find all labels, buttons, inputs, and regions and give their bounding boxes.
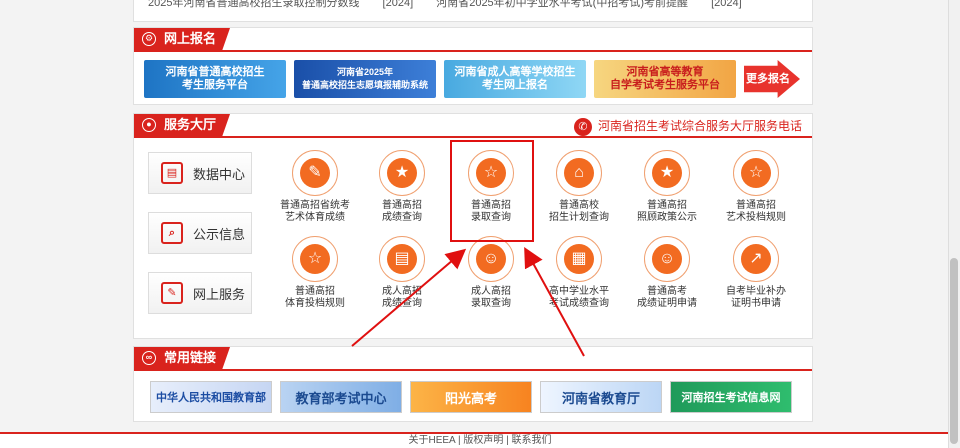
service-label-2: 录取查询 [471,298,511,309]
link-sunshine-gaokao[interactable]: 阳光高考 [410,381,532,413]
service-label-2: 成绩证明申请 [637,298,697,309]
service-label-2: 艺术体育成绩 [285,212,345,223]
service-label-1: 成人高招 [382,286,422,297]
link-banners: 中华人民共和国教育部 教育部考试中心 阳光高考 河南省教育厅 河南招生考试信息网 [150,381,792,413]
search-icon: ⌕ [161,222,183,244]
service-label-1: 成人高招 [471,286,511,297]
service-item[interactable]: ✎ 普通高招省统考 艺术体育成绩 [270,150,360,224]
service-label-1: 普通高校 [559,200,599,211]
news-date: [2024] [382,0,414,9]
side-online-service[interactable]: ✎ 网上服务 [148,272,252,314]
scrollbar[interactable] [948,0,960,448]
service-icon: ☺ [468,236,514,282]
service-label-1: 普通高招 [295,286,335,297]
gear-icon: ⚙ [142,32,156,46]
service-label-2: 体育投档规则 [285,298,345,309]
service-label-2: 考试成绩查询 [549,298,609,309]
service-label-1: 普通高招省统考 [280,200,350,211]
side-public-info[interactable]: ⌕ 公示信息 [148,212,252,254]
section-title-text: 服务大厅 [164,117,217,132]
online-registration-section: ⚙ 网上报名 河南省普通高校招生 考生服务平台 河南省2025年 普通高校招生志愿填… [133,27,813,105]
service-item[interactable]: ↗ 自考毕业补办 证明书申请 [711,236,801,310]
service-phone[interactable]: ✆ 河南省招生考试综合服务大厅服务电话 [573,117,802,136]
phone-icon: ✆ [573,117,592,136]
section-title: ● 服务大厅 [134,114,231,136]
pen-icon: ✎ [161,282,183,304]
service-label-1: 高中学业水平 [549,286,609,297]
link-neea[interactable]: 教育部考试中心 [280,381,402,413]
section-title-text: 网上报名 [164,31,217,46]
service-item[interactable]: ⌂ 普通高校 招生计划查询 [534,150,624,224]
service-label-1: 普通高招 [736,200,776,211]
registration-banners: 河南省普通高校招生 考生服务平台 河南省2025年 普通高校招生志愿填报辅助系统 河… [144,60,800,98]
people-icon: ● [142,118,156,132]
service-label-2: 成绩查询 [382,212,422,223]
banner-adult-registration[interactable]: 河南省成人高等学校招生 考生网上报名 [444,60,586,98]
banner-self-exam[interactable]: 河南省高等教育 自学考试考生服务平台 [594,60,736,98]
service-label-1: 普通高招 [647,200,687,211]
service-icon: ☆ [292,236,338,282]
service-item[interactable]: ☆ 普通高招 艺术投档规则 [711,150,801,224]
news-link[interactable]: 河南省2025年初中学业水平考试(中招考试)考前提醒 [436,0,688,9]
service-icon: ✎ [292,150,338,196]
service-icon: ☺ [644,236,690,282]
service-item[interactable]: ☆ 普通高招 体育投档规则 [270,236,360,310]
service-item[interactable]: ▦ 高中学业水平 考试成绩查询 [534,236,624,310]
banner-volunteer-system[interactable]: 河南省2025年 普通高校招生志愿填报辅助系统 [294,60,436,98]
service-item[interactable]: ☺ 成人高招 录取查询 [446,236,536,310]
service-label-1: 普通高考 [647,286,687,297]
service-label-1: 普通高招 [382,200,422,211]
section-title: ⚙ 网上报名 [134,28,231,50]
side-data-center[interactable]: ▤ 数据中心 [148,152,252,194]
service-icon: ★ [644,150,690,196]
service-label-2: 证明书申请 [731,298,781,309]
service-label-2: 艺术投档规则 [726,212,786,223]
highlight-box [450,140,534,242]
section-header: ∞ 常用链接 [134,347,812,371]
section-title-text: 常用链接 [164,350,217,365]
news-list-tail: 2025年河南省普通高校招生录取控制分数线 [2024] 河南省2025年初中学… [133,0,813,22]
link-henan-edu[interactable]: 河南省教育厅 [540,381,662,413]
service-item[interactable]: ☺ 普通高考 成绩证明申请 [622,236,712,310]
section-title: ∞ 常用链接 [134,347,231,369]
section-header: ⚙ 网上报名 [134,28,812,52]
service-icon: ☆ [733,150,779,196]
scrollbar-thumb[interactable] [950,258,958,444]
section-header: ● 服务大厅 ✆ 河南省招生考试综合服务大厅服务电话 [134,114,812,138]
link-henan-exam[interactable]: 河南招生考试信息网 [670,381,792,413]
link-moe[interactable]: 中华人民共和国教育部 [150,381,272,413]
service-label-2: 招生计划查询 [549,212,609,223]
service-item[interactable]: ★ 普通高招 成绩查询 [357,150,447,224]
service-icon: ↗ [733,236,779,282]
service-icon: ▤ [379,236,425,282]
service-icon: ⌂ [556,150,602,196]
service-icon: ▦ [556,236,602,282]
service-item[interactable]: ▤ 成人高招 成绩查询 [357,236,447,310]
news-row[interactable]: 2025年河南省普通高校招生录取控制分数线 [2024] 河南省2025年初中学… [148,0,798,10]
page: 2025年河南省普通高校招生录取控制分数线 [2024] 河南省2025年初中学… [0,0,960,448]
service-label-2: 成绩查询 [382,298,422,309]
news-link[interactable]: 2025年河南省普通高校招生录取控制分数线 [148,0,359,9]
banner-gaokao-service[interactable]: 河南省普通高校招生 考生服务平台 [144,60,286,98]
link-icon: ∞ [142,351,156,365]
common-links-section: ∞ 常用链接 中华人民共和国教育部 教育部考试中心 阳光高考 河南省教育厅 河南… [133,346,813,422]
service-label-2: 照顾政策公示 [637,212,697,223]
document-icon: ▤ [161,162,183,184]
service-icon: ★ [379,150,425,196]
service-label-1: 自考毕业补办 [726,286,786,297]
footer[interactable]: 关于HEEA | 版权声明 | 联系我们 [0,432,960,448]
more-registration-button[interactable]: 更多报名 [744,60,800,98]
news-date: [2024] [711,0,742,9]
service-item[interactable]: ★ 普通高招 照顾政策公示 [622,150,712,224]
